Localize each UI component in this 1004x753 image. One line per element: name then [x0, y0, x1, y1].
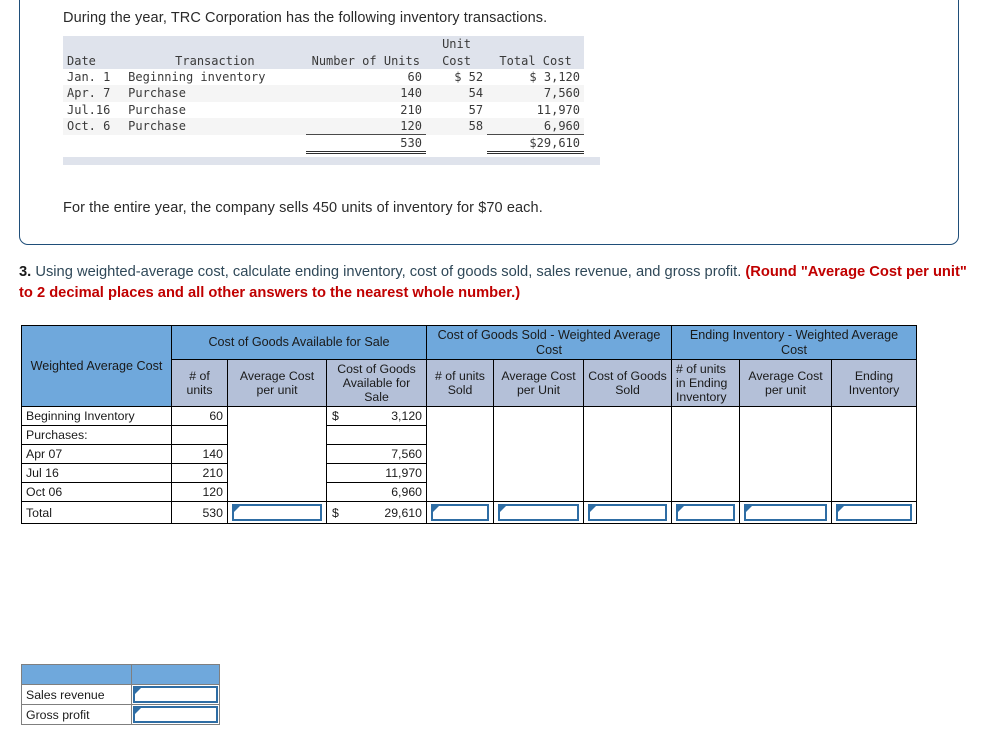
col-header-units-in-ending-inventory: # of units in Ending Inventory	[671, 359, 740, 407]
row-label-purchases: Purchases:	[21, 425, 172, 445]
total-cost-of-goods-sold-input[interactable]	[588, 504, 667, 521]
row-label-apr-07: Apr 07	[21, 444, 172, 464]
total-units-sold-input[interactable]	[431, 504, 489, 521]
avg-cost-per-unit-sold-merged-cell	[493, 406, 584, 502]
inventory-table-header-top-row: Unit	[63, 36, 584, 53]
inventory-total-units: 530	[305, 134, 426, 155]
units-oct-06: 120	[171, 482, 228, 502]
col-header-ending-inventory: Ending Inventory	[831, 359, 917, 407]
total-ending-inventory-input[interactable]	[836, 504, 912, 521]
sales-revenue-input[interactable]	[133, 686, 218, 703]
total-row: Total 530 $29,610	[21, 501, 917, 524]
cgas-beginning-inventory: $3,120	[326, 406, 427, 426]
summary-header-row	[21, 664, 220, 685]
col-header-cost-of-goods-sold: Cost of Goods Sold	[583, 359, 672, 407]
row-label-gross-profit: Gross profit	[21, 704, 132, 725]
avg-cost-per-unit-merged-cell	[227, 406, 327, 502]
summary-header-blank-right	[131, 664, 220, 685]
input-cell-total-average-cost-per-unit[interactable]	[227, 501, 327, 524]
table-row: Oct. 6 Purchase 120 58 6,960	[63, 117, 584, 136]
inventory-transactions-table: Unit Date Transaction Number of Units Co…	[63, 36, 584, 155]
total-average-cost-per-unit-sold-input[interactable]	[498, 504, 579, 521]
col-header-transaction: Transaction	[124, 52, 306, 70]
inventory-table-header-row: Date Transaction Number of Units Cost To…	[63, 52, 584, 70]
input-cell-total-average-cost-per-unit-sold[interactable]	[493, 501, 584, 524]
units-ending-inventory-merged-cell	[671, 406, 740, 502]
col-header-total-cost: Total Cost	[487, 52, 584, 70]
col-header-date: Date	[63, 52, 125, 70]
units-apr-07: 140	[171, 444, 228, 464]
col-header-unit-cost: Cost	[425, 52, 488, 70]
total-average-cost-per-unit-ending-input[interactable]	[744, 504, 827, 521]
input-cell-total-cost-of-goods-sold[interactable]	[583, 501, 672, 524]
row-label-beginning-inventory: Beginning Inventory	[21, 406, 172, 426]
problem-statement-card: During the year, TRC Corporation has the…	[19, 0, 959, 245]
currency-symbol: $	[332, 409, 339, 423]
total-units-ending-inventory-input[interactable]	[676, 504, 735, 521]
table-row: Apr. 7 Purchase 140 54 7,560	[63, 85, 584, 102]
group-header-row: Weighted Average Cost Cost of Goods Avai…	[21, 325, 917, 407]
gross-profit-input[interactable]	[133, 706, 218, 723]
total-average-cost-per-unit-input[interactable]	[232, 504, 322, 521]
col-header-cost-of-goods-available-for-sale: Cost of Goods Available for Sale	[326, 359, 427, 407]
col-header-average-cost-per-unit: Average Cost per unit	[227, 359, 327, 407]
ending-inventory-merged-cell	[831, 406, 917, 502]
avg-cost-per-unit-ending-merged-cell	[739, 406, 832, 502]
cgas-purchases	[326, 425, 427, 445]
row-label-total: Total	[21, 501, 172, 524]
col-header-number-of-units: # of units	[171, 359, 228, 407]
table-row: Beginning Inventory 60 $3,120	[21, 406, 917, 502]
problem-closing-text: For the entire year, the company sells 4…	[63, 200, 543, 216]
table-row: Gross profit	[21, 704, 220, 725]
weighted-average-cost-table: Weighted Average Cost Cost of Goods Avai…	[21, 325, 917, 524]
inventory-totals-row: 530 $29,610	[63, 134, 584, 155]
cgas-apr-07: 7,560	[326, 444, 427, 464]
col-header-average-cost-per-unit-ending: Average Cost per unit	[739, 359, 832, 407]
row-label-sales-revenue: Sales revenue	[21, 684, 132, 705]
input-cell-gross-profit[interactable]	[131, 704, 220, 725]
question-number: 3.	[19, 264, 32, 280]
col-header-average-cost-per-unit-sold: Average Cost per Unit	[493, 359, 584, 407]
currency-symbol: $	[332, 505, 339, 520]
total-cgas: $29,610	[326, 501, 427, 524]
units-sold-merged-cell	[426, 406, 494, 502]
inventory-total-cost: $29,610	[487, 134, 584, 155]
group-header-cost-of-goods-available: Cost of Goods Available for Sale	[171, 325, 427, 360]
cgas-jul-16: 11,970	[326, 463, 427, 483]
inventory-table-footer-bar	[63, 157, 600, 165]
group-header-ending-inventory: Ending Inventory - Weighted Average Cost	[671, 325, 917, 360]
problem-intro-text: During the year, TRC Corporation has the…	[63, 10, 548, 26]
input-cell-total-units-sold[interactable]	[426, 501, 494, 524]
units-purchases	[171, 425, 228, 445]
summary-table: Sales revenue Gross profit	[21, 664, 220, 725]
input-cell-sales-revenue[interactable]	[131, 684, 220, 705]
input-cell-total-units-ending-inventory[interactable]	[671, 501, 740, 524]
inventory-header-unit: Unit	[425, 36, 488, 53]
cost-of-goods-sold-merged-cell	[583, 406, 672, 502]
units-beginning-inventory: 60	[171, 406, 228, 426]
col-header-units-sold: # of units Sold	[426, 359, 494, 407]
col-header-number-of-units: Number of Units	[305, 52, 426, 70]
total-units: 530	[171, 501, 228, 524]
row-label-oct-06: Oct 06	[21, 482, 172, 502]
input-cell-total-ending-inventory[interactable]	[831, 501, 917, 524]
table-row: Jan. 1 Beginning inventory 60 $ 52 $ 3,1…	[67, 70, 580, 85]
group-header-cost-of-goods-sold: Cost of Goods Sold - Weighted Average Co…	[426, 325, 672, 360]
input-cell-total-average-cost-per-unit-ending[interactable]	[739, 501, 832, 524]
cgas-oct-06: 6,960	[326, 482, 427, 502]
table-corner-label: Weighted Average Cost	[21, 325, 172, 407]
units-jul-16: 210	[171, 463, 228, 483]
question-text: 3. Using weighted-average cost, calculat…	[19, 262, 984, 304]
question-body: Using weighted-average cost, calculate e…	[31, 264, 746, 280]
table-row: Sales revenue	[21, 684, 220, 705]
table-row: Jul.16 Purchase 210 57 11,970	[67, 102, 580, 117]
summary-header-blank-left	[21, 664, 132, 685]
row-label-jul-16: Jul 16	[21, 463, 172, 483]
